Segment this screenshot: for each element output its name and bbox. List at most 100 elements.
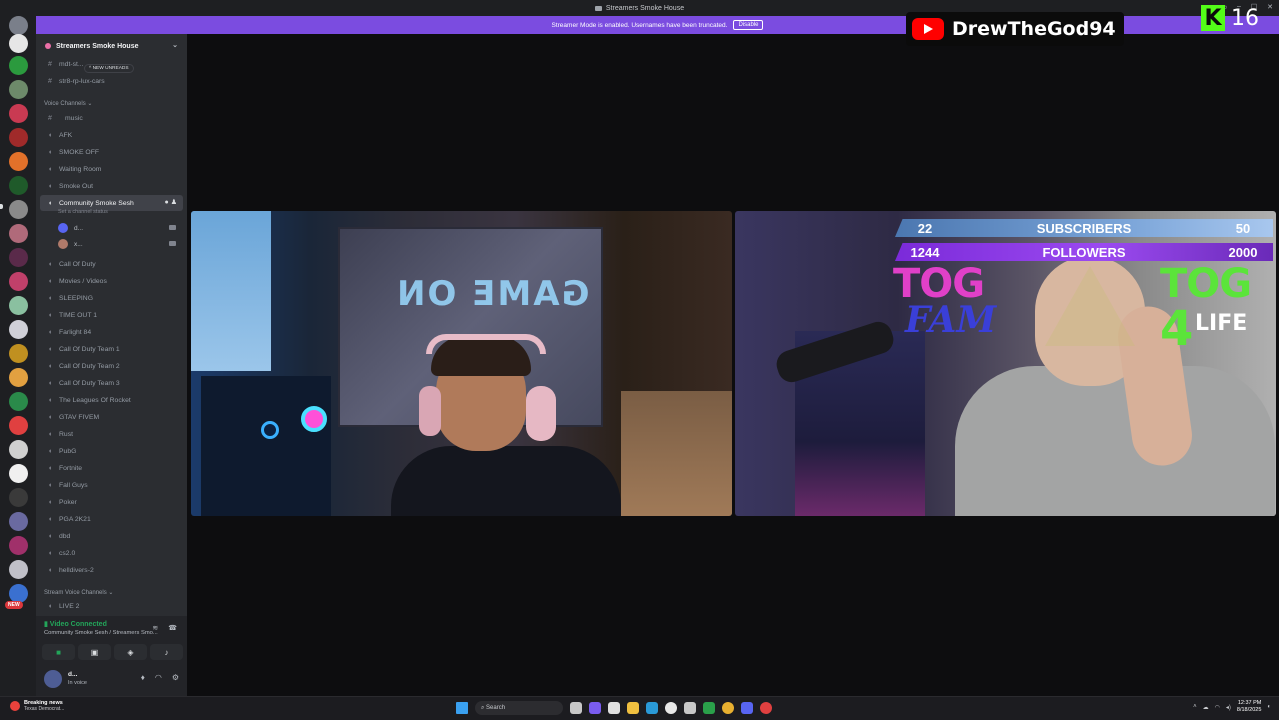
noise-suppression-icon[interactable]: ≋ xyxy=(152,624,158,632)
soundboard-button[interactable]: ♪ xyxy=(150,644,183,660)
server-icon[interactable] xyxy=(9,248,28,267)
chat-icon[interactable]: ● ♟ xyxy=(165,198,177,206)
app-icon[interactable] xyxy=(684,702,696,714)
voice-channel[interactable]: ◖ dbd xyxy=(40,528,183,544)
voice-channel[interactable]: ◖ Smoke Out xyxy=(40,178,183,194)
server-icon[interactable] xyxy=(9,416,28,435)
voice-channel[interactable]: ◖ Rust xyxy=(40,426,183,442)
server-icon[interactable] xyxy=(9,560,28,579)
server-icon[interactable] xyxy=(9,128,28,147)
category-voice-channels[interactable]: Voice Channels ⌄ xyxy=(44,100,92,107)
server-icon[interactable] xyxy=(9,80,28,99)
notification-icon[interactable]: ◐ xyxy=(1267,704,1271,710)
voice-channel[interactable]: ◖ GTAV FIVEM xyxy=(40,409,183,425)
voice-channel[interactable]: ◖ SMOKE OFF xyxy=(40,144,183,160)
discord-icon[interactable] xyxy=(741,702,753,714)
server-icon[interactable] xyxy=(9,104,28,123)
channel-item[interactable]: # str8-rp-lux-cars xyxy=(40,73,183,89)
category-stream-voice-channels[interactable]: Stream Voice Channels ⌄ xyxy=(44,589,113,596)
channel-label: helldivers-2 xyxy=(59,566,94,574)
server-icon[interactable] xyxy=(9,344,28,363)
camera-button[interactable]: ■ xyxy=(42,644,75,660)
voice-channel[interactable]: ◖ AFK xyxy=(40,127,183,143)
voice-channel[interactable]: ◖ Movies / Videos xyxy=(40,273,183,289)
chevron-up-icon[interactable]: ˄ xyxy=(1193,704,1197,710)
server-icon[interactable] xyxy=(9,152,28,171)
video-tile-left[interactable]: GAME ON xyxy=(191,211,732,516)
video-tile-right[interactable]: 22 SUBSCRIBERS 50 1244 FOLLOWERS 2000 TO… xyxy=(735,211,1276,516)
voice-user[interactable]: x... xyxy=(58,237,180,251)
voice-channel[interactable]: ◖ helldivers-2 xyxy=(40,562,183,578)
screen-share-button[interactable]: ▣ xyxy=(78,644,111,660)
app-icon[interactable] xyxy=(665,702,677,714)
news-widget[interactable]: Breaking news Texas Democrat... xyxy=(10,700,64,712)
voice-channel[interactable]: ◖ SLEEPING xyxy=(40,290,183,306)
voice-channel[interactable]: ◖ Waiting Room xyxy=(40,161,183,177)
activities-button[interactable]: ◈ xyxy=(114,644,147,660)
voice-channel[interactable]: ◖ Call Of Duty Team 1 xyxy=(40,341,183,357)
copilot-icon[interactable] xyxy=(589,702,601,714)
windows-start-icon[interactable] xyxy=(456,702,468,714)
channel-item[interactable]: # music xyxy=(40,110,183,126)
channel-label: Waiting Room xyxy=(59,165,102,173)
voice-channel[interactable]: ◖ cs2.0 xyxy=(40,545,183,561)
server-icon[interactable] xyxy=(9,536,28,555)
voice-location[interactable]: Community Smoke Sesh / Streamers Smo... xyxy=(44,630,158,636)
taskbar-search[interactable]: ⌕ Search xyxy=(475,701,563,715)
voice-channel[interactable]: ◖ The Leagues Of Rocket xyxy=(40,392,183,408)
server-icon[interactable] xyxy=(9,34,28,53)
store-icon[interactable] xyxy=(608,702,620,714)
date: 8/18/2025 xyxy=(1236,707,1262,713)
network-icon[interactable]: ◠ xyxy=(1215,704,1220,711)
voice-status-text: Video Connected xyxy=(49,621,107,628)
voice-channel[interactable]: ◖ Fall Guys xyxy=(40,477,183,493)
server-icon[interactable] xyxy=(9,392,28,411)
cloud-icon[interactable]: ☁ xyxy=(1203,704,1209,711)
server-icon[interactable] xyxy=(9,200,28,219)
headphones-icon[interactable]: ◠ xyxy=(155,673,162,682)
xbox-icon[interactable] xyxy=(703,702,715,714)
server-icon[interactable] xyxy=(9,296,28,315)
speaker-icon: ◖ xyxy=(47,464,53,472)
voice-channel[interactable]: ◖ Fortnite xyxy=(40,460,183,476)
edge-icon[interactable] xyxy=(646,702,658,714)
taskbar-apps: ⌕ Search xyxy=(456,701,772,715)
avatar[interactable] xyxy=(44,670,62,688)
voice-channel[interactable]: ◖ Call Of Duty Team 3 xyxy=(40,375,183,391)
server-icon[interactable] xyxy=(9,320,28,339)
new-unreads-pill[interactable]: ^ NEW UNREADS xyxy=(84,64,134,73)
set-channel-status[interactable]: Set a channel status xyxy=(58,209,108,215)
chrome-icon[interactable] xyxy=(722,702,734,714)
microphone-icon[interactable]: ♦ xyxy=(141,673,145,682)
voice-user[interactable]: d... xyxy=(58,221,180,235)
clock[interactable]: 12:37 PM 8/18/2025 xyxy=(1237,700,1261,714)
voice-channel[interactable]: ◖ LIVE 2 xyxy=(40,598,183,614)
server-icon[interactable] xyxy=(9,512,28,531)
server-icon[interactable] xyxy=(9,16,28,35)
server-icon[interactable] xyxy=(9,176,28,195)
file-explorer-icon[interactable] xyxy=(627,702,639,714)
server-header[interactable]: Streamers Smoke House ⌄ xyxy=(36,34,187,58)
disconnect-icon[interactable]: ☎ xyxy=(168,624,177,632)
server-icon[interactable] xyxy=(9,488,28,507)
voice-channel[interactable]: ◖ Farlight 84 xyxy=(40,324,183,340)
voice-channel[interactable]: ◖ Call Of Duty Team 2 xyxy=(40,358,183,374)
voice-channel[interactable]: ◖ TIME OUT 1 xyxy=(40,307,183,323)
task-view-icon[interactable] xyxy=(570,702,582,714)
disable-button[interactable]: Disable xyxy=(733,20,764,30)
voice-channel[interactable]: ◖ PubG xyxy=(40,443,183,459)
server-icon[interactable] xyxy=(9,440,28,459)
obs-icon[interactable] xyxy=(760,702,772,714)
server-icon[interactable] xyxy=(9,368,28,387)
server-icon[interactable] xyxy=(9,464,28,483)
voice-channel[interactable]: ◖ Call Of Duty xyxy=(40,256,183,272)
user-name: d... xyxy=(68,671,78,678)
server-icon[interactable] xyxy=(9,56,28,75)
voice-channel[interactable]: ◖ PGA 2K21 xyxy=(40,511,183,527)
speaker-icon: ◖ xyxy=(47,413,53,421)
server-icon[interactable] xyxy=(9,224,28,243)
server-icon[interactable] xyxy=(9,272,28,291)
volume-icon[interactable]: ◂) xyxy=(1226,704,1231,711)
voice-channel[interactable]: ◖ Poker xyxy=(40,494,183,510)
gear-icon[interactable]: ⚙ xyxy=(172,673,179,682)
